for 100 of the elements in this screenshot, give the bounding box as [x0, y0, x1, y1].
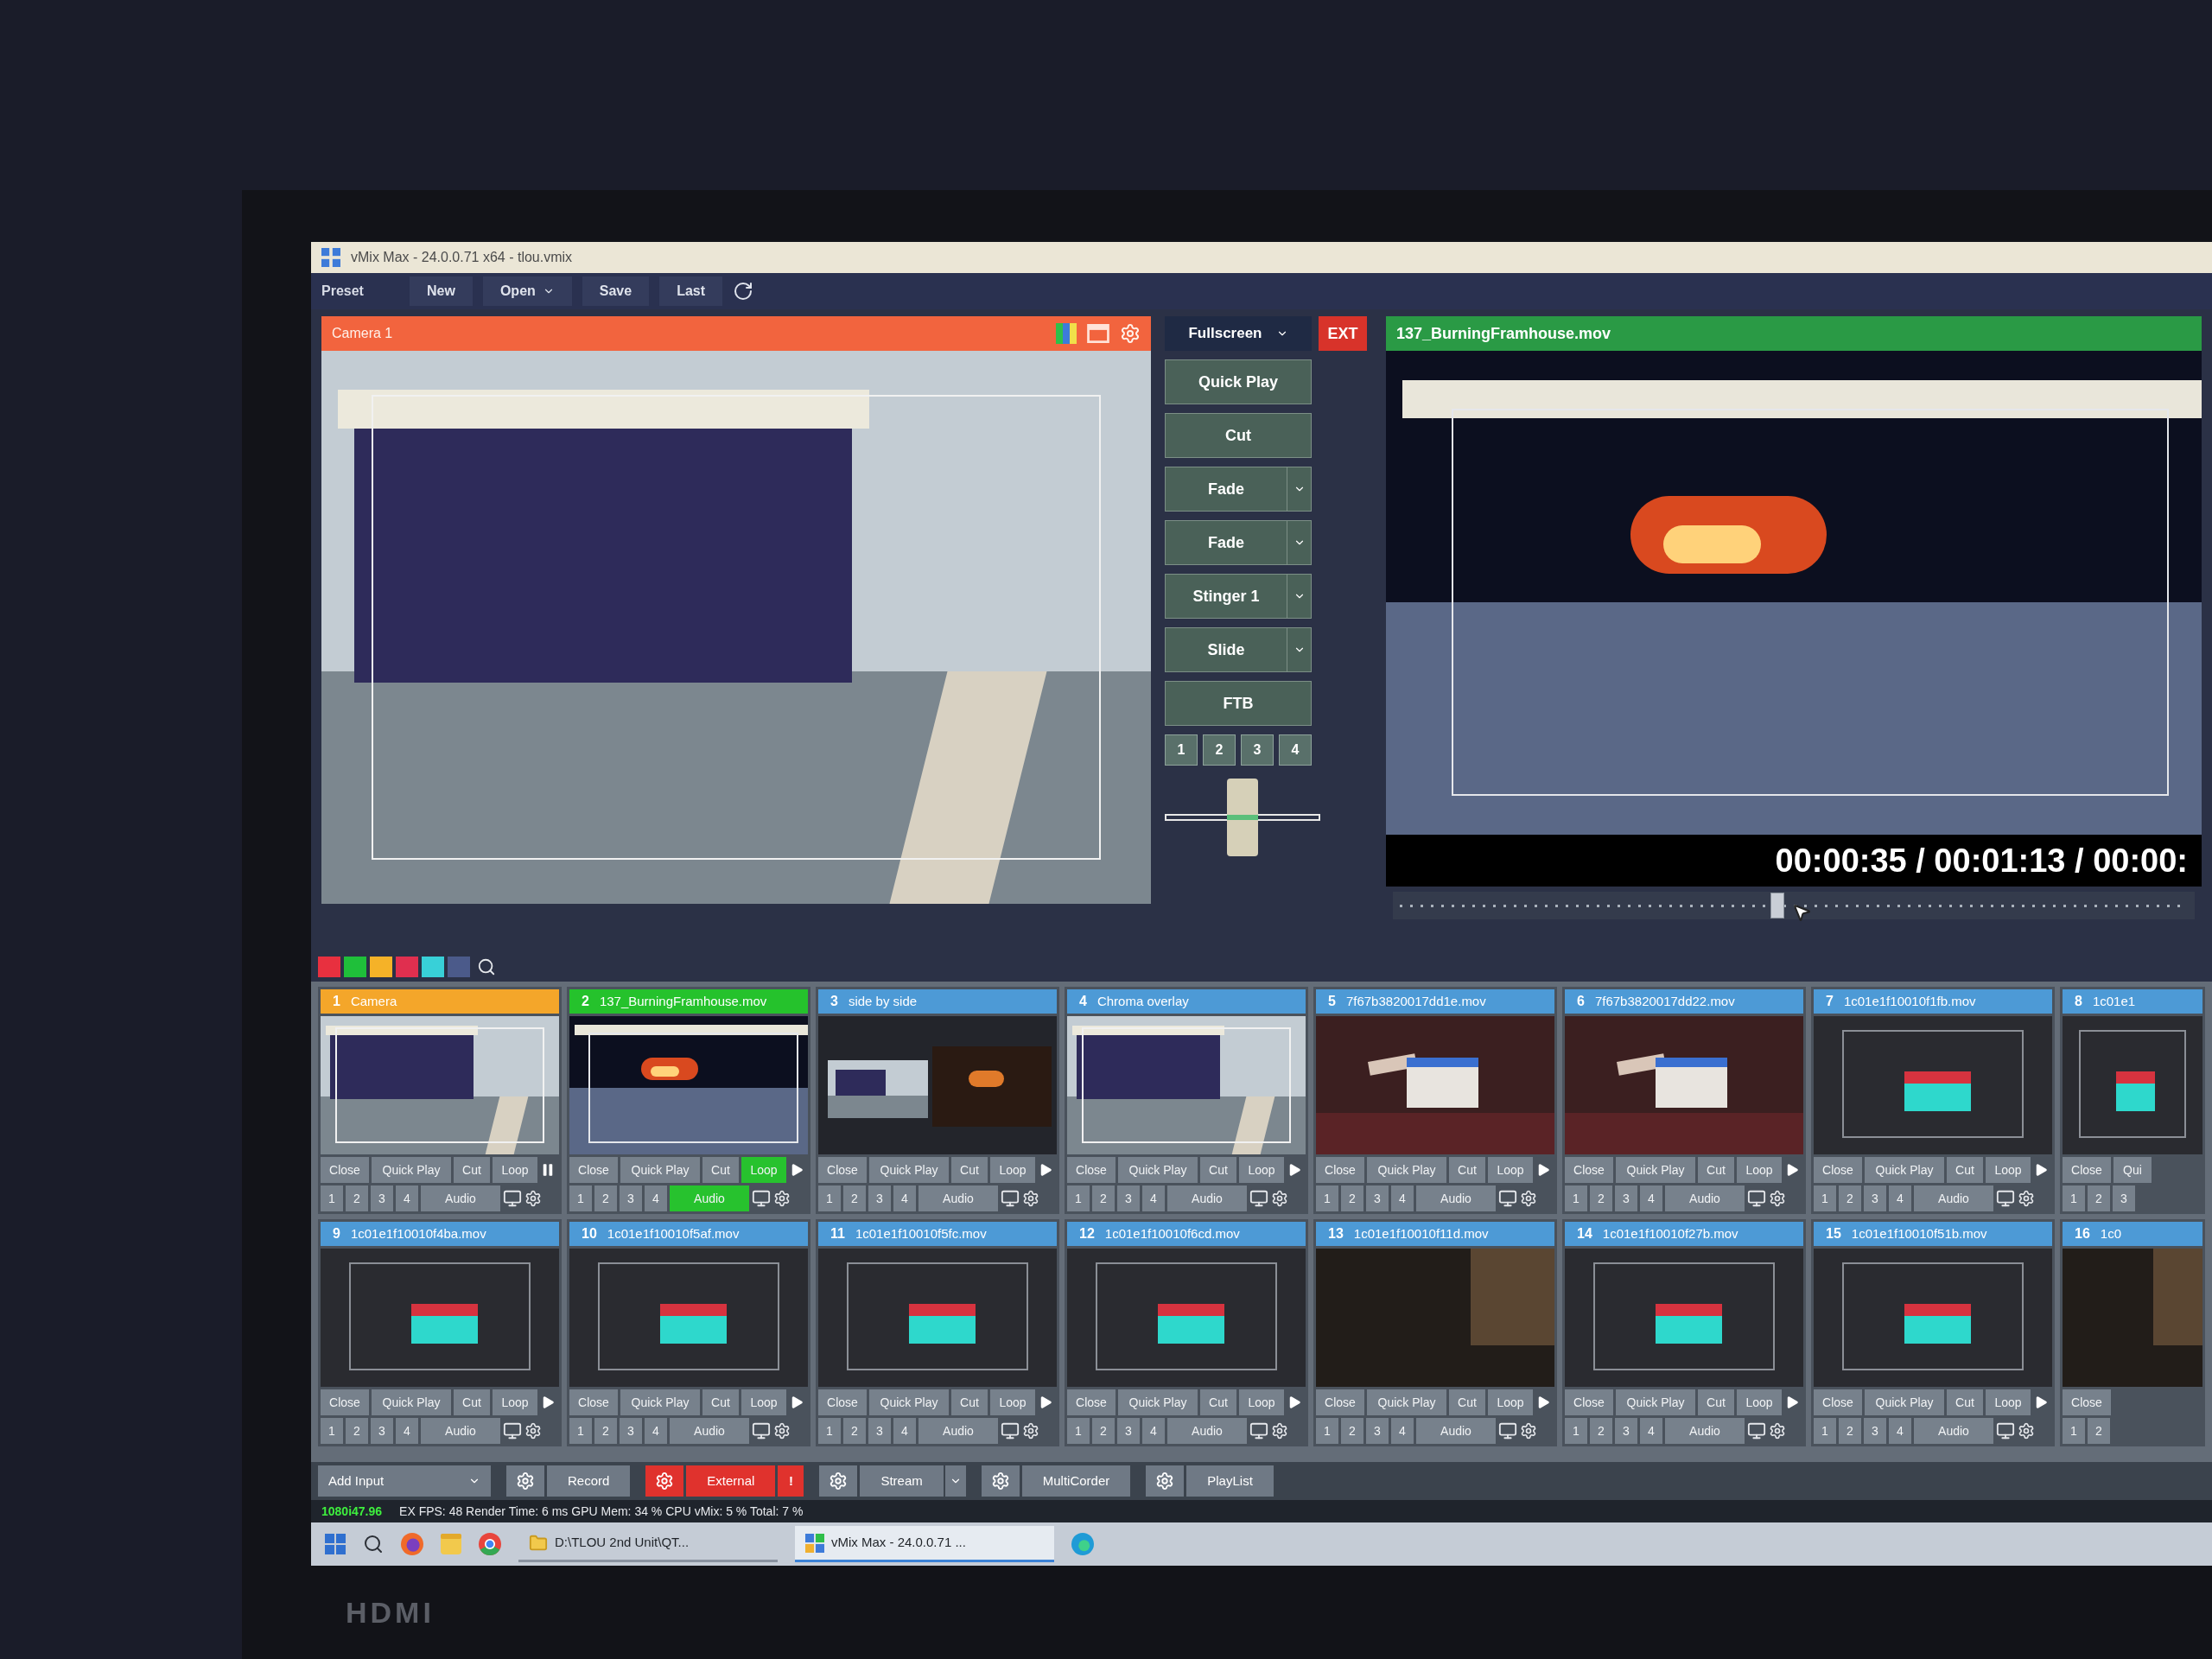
taskbar-window-button[interactable]: D:\TLOU 2nd Unit\QT...	[518, 1526, 778, 1562]
loop-button[interactable]: Loop	[990, 1389, 1035, 1415]
ext-button[interactable]: EXT	[1319, 316, 1367, 351]
close-button[interactable]: Close	[1316, 1157, 1364, 1183]
overlay-button[interactable]: 1	[1165, 734, 1198, 766]
input-title-bar[interactable]: 7 1c01e1f10010f1fb.mov	[1814, 989, 2052, 1014]
settings-button[interactable]	[981, 1465, 1020, 1497]
loop-button[interactable]: Loop	[1737, 1389, 1782, 1415]
close-button[interactable]: Close	[569, 1389, 618, 1415]
playback-slider[interactable]	[1393, 892, 2195, 919]
settings-icon[interactable]	[1155, 1471, 1175, 1491]
overlay-button[interactable]: 2	[1839, 1185, 1861, 1211]
quick-play-button[interactable]: Quick Play	[372, 1157, 451, 1183]
search-icon[interactable]	[477, 957, 496, 976]
overlay-button[interactable]: 2	[2088, 1185, 2110, 1211]
overlay-button[interactable]: 1	[1814, 1185, 1836, 1211]
loop-button[interactable]: Loop	[1488, 1389, 1533, 1415]
quick-play-button[interactable]: Quick Play	[620, 1389, 700, 1415]
cut-button[interactable]: Cut	[1947, 1157, 1983, 1183]
toolbar-button[interactable]: Open	[482, 276, 572, 306]
loop-button[interactable]: Loop	[741, 1157, 786, 1183]
overlay-button[interactable]: 2	[346, 1185, 368, 1211]
cut-button[interactable]: Cut	[1698, 1157, 1734, 1183]
input-title-bar[interactable]: 5 7f67b3820017dd1e.mov	[1316, 989, 1554, 1014]
output-toggle-button[interactable]: External	[686, 1465, 776, 1497]
quick-play-button[interactable]: Quick Play	[869, 1157, 949, 1183]
cut-button[interactable]: Cut	[1947, 1389, 1983, 1415]
slider-handle[interactable]	[1770, 893, 1785, 918]
overlay-button[interactable]: 2	[1590, 1185, 1612, 1211]
settings-icon[interactable]	[773, 1422, 791, 1440]
overlay-button[interactable]: 1	[1814, 1418, 1836, 1444]
overlay-button[interactable]: 4	[645, 1418, 667, 1444]
swatch-icon[interactable]	[396, 957, 418, 977]
search-icon[interactable]	[363, 1534, 384, 1554]
monitor-icon[interactable]	[1249, 1189, 1268, 1208]
transition-button[interactable]: Fade	[1165, 520, 1312, 565]
settings-icon[interactable]	[1022, 1422, 1039, 1440]
audio-button[interactable]: Audio	[1416, 1418, 1496, 1444]
close-button[interactable]: Close	[818, 1389, 867, 1415]
settings-icon[interactable]	[1769, 1422, 1786, 1440]
audio-button[interactable]: Audio	[1167, 1185, 1247, 1211]
window-icon[interactable]	[1087, 324, 1109, 343]
audio-button[interactable]: Audio	[421, 1185, 500, 1211]
overlay-button[interactable]: 4	[1142, 1185, 1165, 1211]
audio-button[interactable]: Audio	[421, 1418, 500, 1444]
overlay-button[interactable]: 4	[396, 1418, 418, 1444]
input-title-bar[interactable]: 6 7f67b3820017dd22.mov	[1565, 989, 1803, 1014]
overlay-button[interactable]: 4	[1391, 1185, 1414, 1211]
toolbar-button[interactable]: New	[410, 276, 473, 306]
fullscreen-dropdown[interactable]: Fullscreen	[1165, 316, 1312, 351]
settings-icon[interactable]	[829, 1471, 849, 1491]
close-button[interactable]: Close	[2063, 1157, 2111, 1183]
monitor-icon[interactable]	[1001, 1421, 1020, 1440]
overlay-button[interactable]: 1	[818, 1185, 841, 1211]
settings-button[interactable]	[506, 1465, 544, 1497]
input-title-bar[interactable]: 4 Chroma overlay	[1067, 989, 1306, 1014]
close-button[interactable]: Close	[1067, 1389, 1116, 1415]
quick-play-button[interactable]: Quick Play	[1616, 1389, 1695, 1415]
toolbar-button[interactable]: Save	[582, 276, 650, 306]
overlay-button[interactable]: 4	[396, 1185, 418, 1211]
overlay-button[interactable]: 3	[1864, 1185, 1886, 1211]
overlay-button[interactable]: 4	[893, 1418, 916, 1444]
close-button[interactable]: Close	[321, 1389, 369, 1415]
overlay-button[interactable]: 1	[569, 1418, 592, 1444]
overlay-button[interactable]: 3	[620, 1418, 642, 1444]
input-title-bar[interactable]: 2 137_BurningFramhouse.mov	[569, 989, 808, 1014]
settings-icon[interactable]	[1120, 323, 1141, 344]
overlay-button[interactable]: 4	[1889, 1185, 1911, 1211]
output-toggle-button[interactable]: Stream	[860, 1465, 966, 1497]
overlay-button[interactable]: 4	[893, 1185, 916, 1211]
settings-icon[interactable]	[1520, 1422, 1537, 1440]
overlay-button[interactable]: 2	[594, 1418, 617, 1444]
overlay-button[interactable]: 3	[1366, 1418, 1389, 1444]
cut-button[interactable]: Cut	[1200, 1157, 1236, 1183]
quick-play-button[interactable]: Quick Play	[372, 1389, 451, 1415]
settings-button[interactable]	[819, 1465, 858, 1497]
loop-button[interactable]: Loop	[741, 1389, 786, 1415]
overlay-button[interactable]: 3	[371, 1185, 393, 1211]
audio-button[interactable]: Audio	[1167, 1418, 1247, 1444]
overlay-button[interactable]: 1	[1316, 1418, 1338, 1444]
input-title-bar[interactable]: 8 1c01e1	[2063, 989, 2202, 1014]
loop-button[interactable]: Loop	[1737, 1157, 1782, 1183]
alert-button[interactable]: !	[778, 1465, 804, 1497]
add-input-button[interactable]: Add Input	[318, 1465, 491, 1497]
transition-button[interactable]: Fade	[1165, 467, 1312, 512]
swatch-icon[interactable]	[370, 957, 392, 977]
settings-icon[interactable]	[524, 1190, 542, 1207]
overlay-button[interactable]: 2	[1839, 1418, 1861, 1444]
settings-icon[interactable]	[1022, 1190, 1039, 1207]
overlay-button[interactable]: 3	[868, 1418, 891, 1444]
audio-button[interactable]: Audio	[1416, 1185, 1496, 1211]
toolbar-button[interactable]: Last	[659, 276, 723, 306]
overlay-button[interactable]: 4	[645, 1185, 667, 1211]
transition-button[interactable]: Slide	[1165, 627, 1312, 672]
settings-icon[interactable]	[2018, 1190, 2035, 1207]
browser-icon[interactable]	[401, 1533, 423, 1555]
cut-button[interactable]: Cut	[454, 1389, 490, 1415]
input-title-bar[interactable]: 1 Camera	[321, 989, 559, 1014]
input-title-bar[interactable]: 9 1c01e1f10010f4ba.mov	[321, 1222, 559, 1246]
overlay-button[interactable]: 3	[1864, 1418, 1886, 1444]
